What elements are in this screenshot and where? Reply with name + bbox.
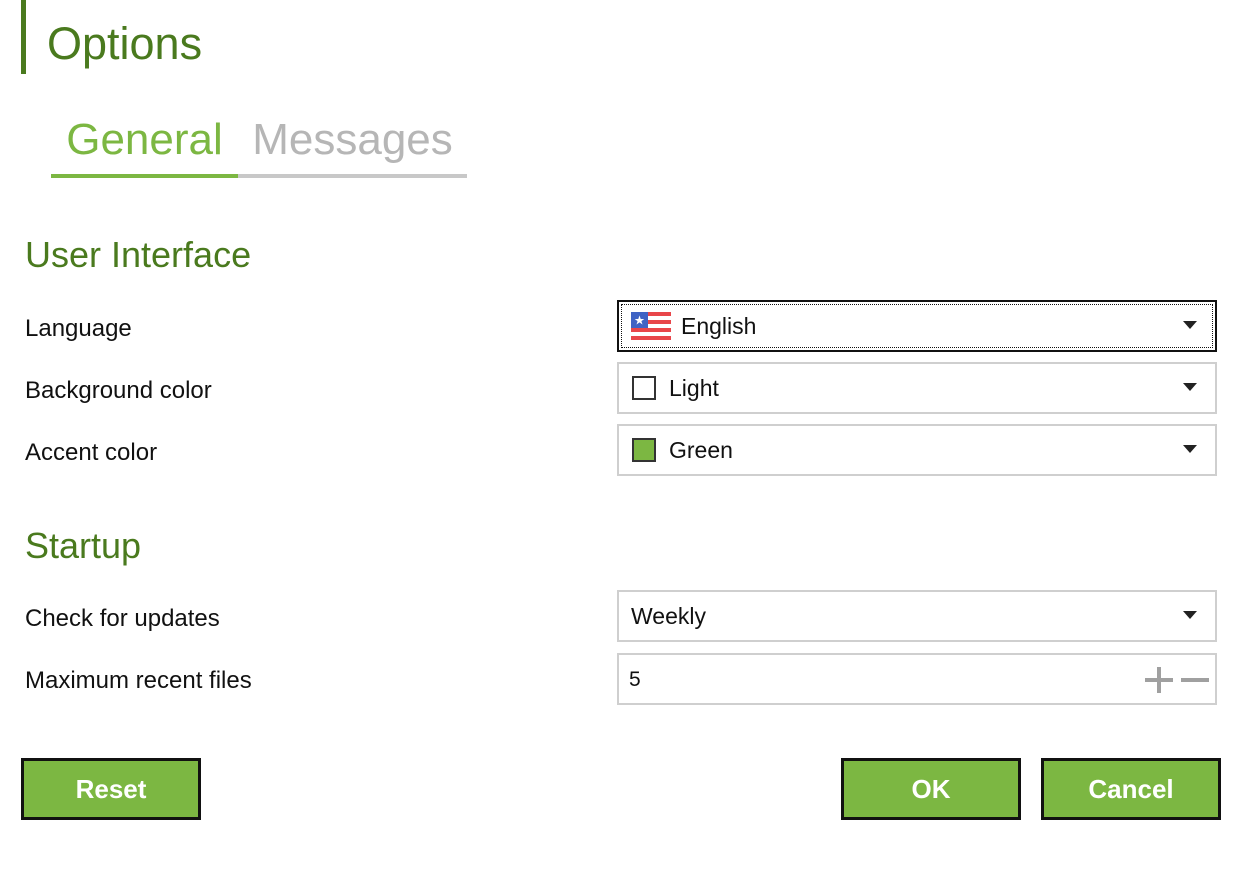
- page-title: Options: [47, 18, 203, 69]
- max-recent-files-input[interactable]: [629, 665, 1109, 695]
- green-swatch-icon: [632, 438, 656, 462]
- plus-icon[interactable]: [1144, 667, 1174, 693]
- language-dropdown[interactable]: English: [617, 300, 1217, 352]
- accent-color-label: Accent color: [25, 439, 158, 466]
- cancel-button[interactable]: Cancel: [1041, 758, 1221, 820]
- background-color-dropdown[interactable]: Light: [617, 362, 1217, 414]
- chevron-down-icon: [1183, 383, 1197, 391]
- language-value: English: [681, 313, 757, 339]
- chevron-down-icon: [1183, 321, 1197, 329]
- ok-button[interactable]: OK: [841, 758, 1021, 820]
- title-accent-bar: [21, 0, 26, 74]
- max-recent-files-label: Maximum recent files: [25, 667, 252, 694]
- light-swatch-icon: [632, 376, 656, 400]
- chevron-down-icon: [1183, 445, 1197, 453]
- check-updates-value: Weekly: [631, 603, 706, 629]
- background-color-value: Light: [669, 375, 719, 401]
- check-updates-dropdown[interactable]: Weekly: [617, 590, 1217, 642]
- check-updates-label: Check for updates: [25, 605, 220, 632]
- tab-strip: General Messages: [51, 106, 467, 178]
- background-color-label: Background color: [25, 377, 212, 404]
- accent-color-dropdown[interactable]: Green: [617, 424, 1217, 476]
- accent-color-value: Green: [669, 437, 733, 463]
- section-title-user-interface: User Interface: [25, 234, 252, 275]
- tab-messages[interactable]: Messages: [238, 106, 467, 178]
- tab-general[interactable]: General: [51, 106, 238, 178]
- section-title-startup: Startup: [25, 525, 142, 566]
- minus-icon[interactable]: [1180, 667, 1210, 693]
- chevron-down-icon: [1183, 611, 1197, 619]
- reset-button[interactable]: Reset: [21, 758, 201, 820]
- us-flag-icon: [631, 312, 671, 340]
- language-label: Language: [25, 315, 132, 342]
- max-recent-files-stepper: [617, 653, 1217, 705]
